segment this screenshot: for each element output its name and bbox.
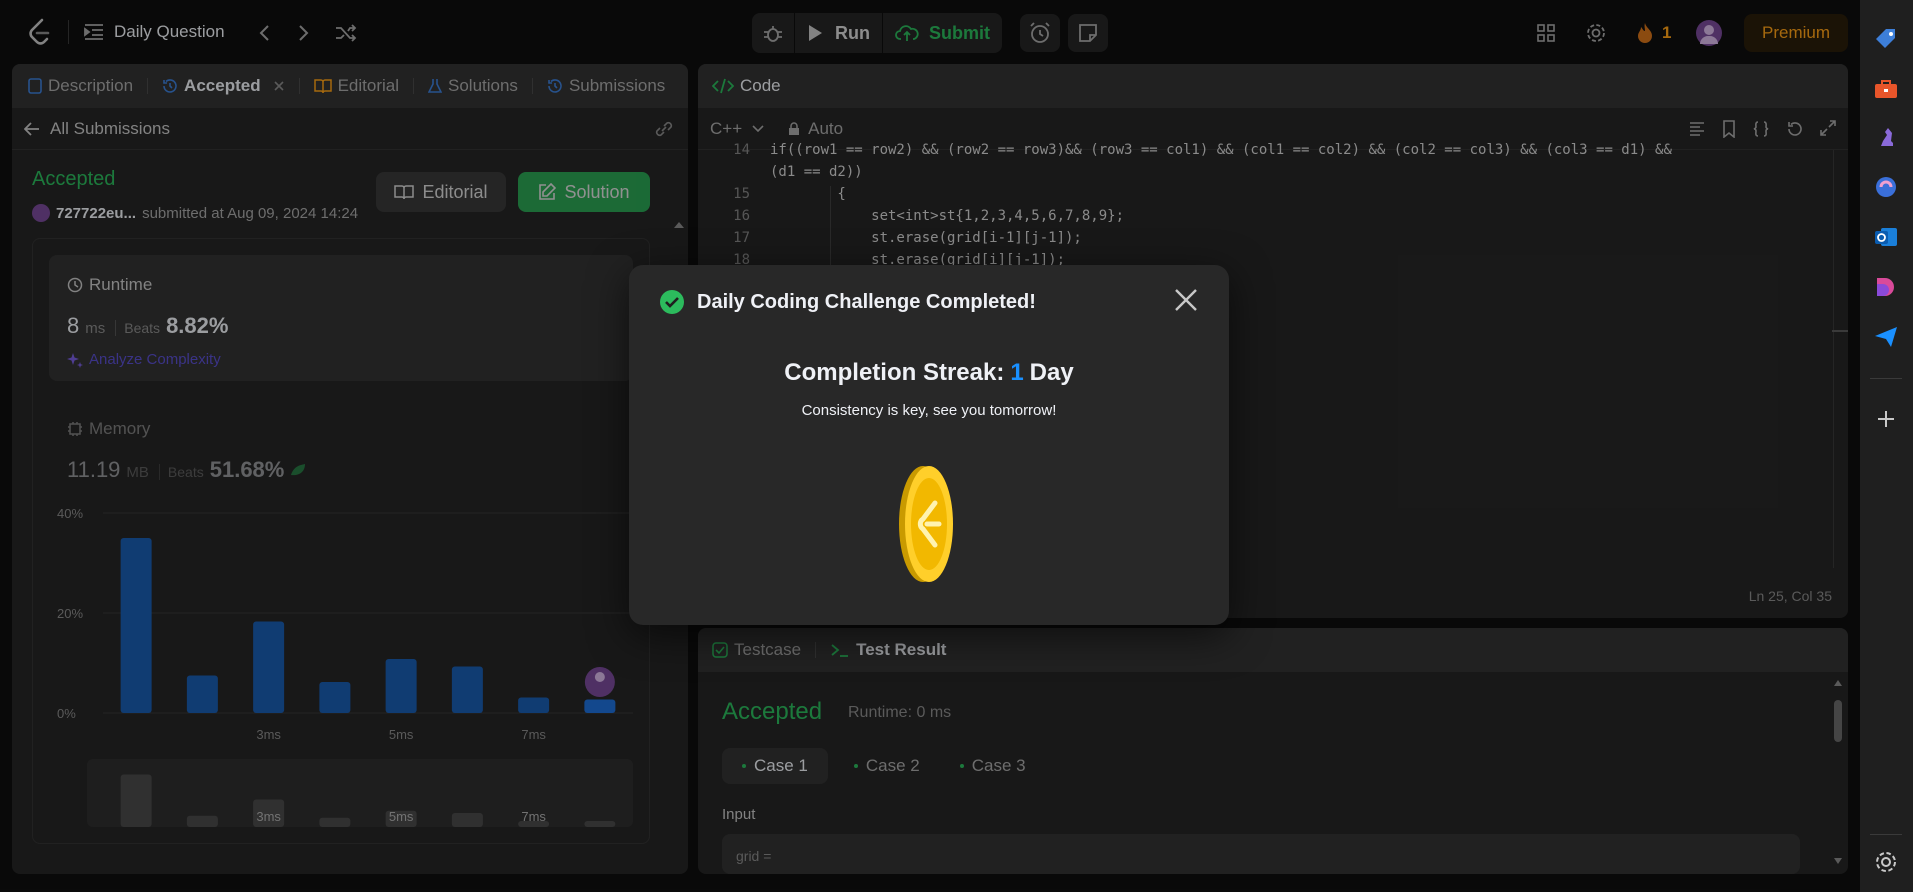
coin-icon <box>899 466 953 582</box>
toolbox-icon[interactable] <box>1873 76 1899 102</box>
tag-icon[interactable] <box>1873 26 1899 52</box>
close-icon[interactable] <box>1173 287 1199 313</box>
gear-icon[interactable] <box>1873 849 1899 875</box>
plus-icon[interactable] <box>1873 406 1899 432</box>
designer-icon[interactable] <box>1873 274 1899 300</box>
copilot-icon[interactable] <box>1873 174 1899 200</box>
chess-icon[interactable] <box>1873 124 1899 150</box>
outlook-icon[interactable] <box>1873 224 1899 250</box>
send-icon[interactable] <box>1873 324 1899 350</box>
streak-label: Completion Streak: <box>784 359 1005 386</box>
completion-streak: Completion Streak: 1 Day <box>629 359 1229 387</box>
check-circle-icon <box>660 290 684 314</box>
modal-title: Daily Coding Challenge Completed! <box>659 289 1036 315</box>
daily-challenge-modal: Daily Coding Challenge Completed! Comple… <box>629 265 1229 625</box>
consistency-message: Consistency is key, see you tomorrow! <box>801 402 1057 419</box>
app-root: Daily Question Run Submit 1 Premium Desc… <box>0 0 1860 892</box>
browser-sidebar <box>1860 0 1913 892</box>
streak-unit: Day <box>1029 359 1074 386</box>
streak-value: 1 <box>1010 359 1024 386</box>
modal-title-text: Daily Coding Challenge Completed! <box>697 290 1036 313</box>
